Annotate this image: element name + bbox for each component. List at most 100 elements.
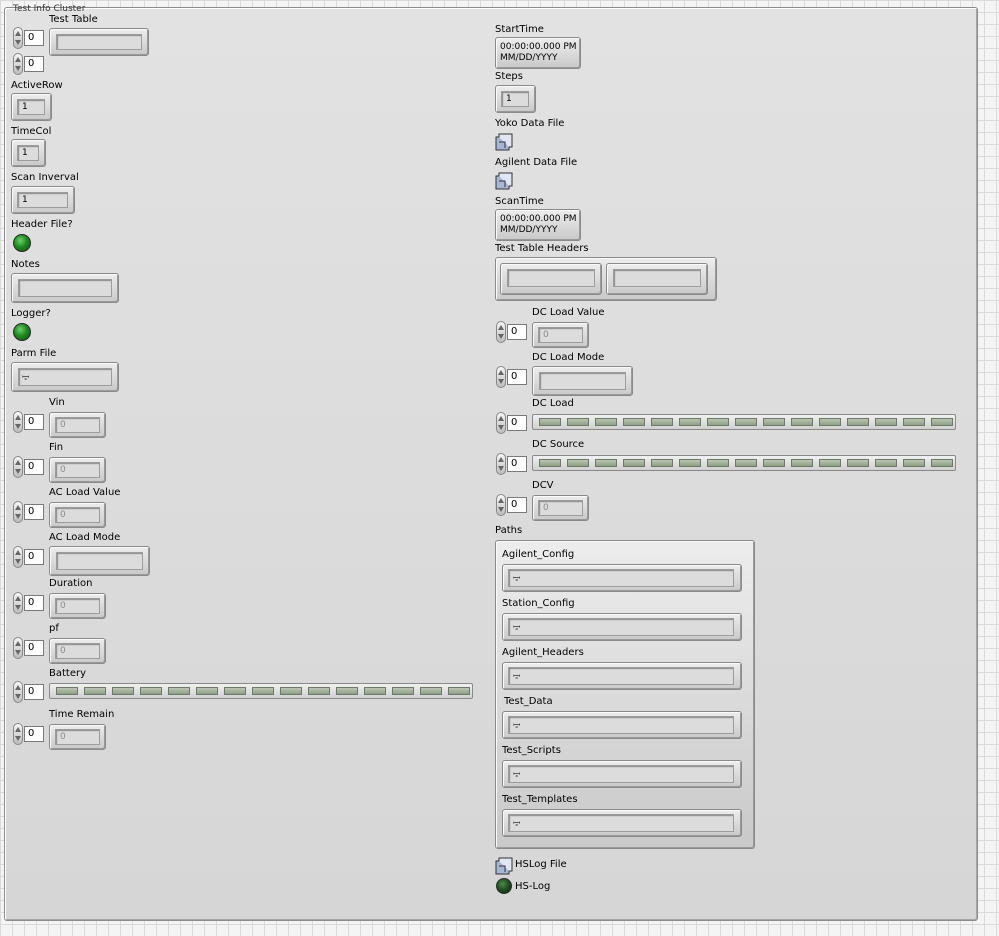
yoko-data-file-label: Yoko Data File (495, 118, 565, 129)
path-control[interactable]: ꟷ̥ (508, 667, 734, 685)
array-element[interactable] (875, 418, 897, 426)
fin-spinner[interactable] (13, 456, 23, 478)
array-element[interactable] (308, 687, 330, 695)
test-table-row-spinner[interactable] (13, 27, 23, 49)
pf-index[interactable]: 0 (24, 640, 44, 656)
path-control[interactable]: ꟷ̥ (508, 814, 734, 832)
pf-spinner[interactable] (13, 637, 23, 659)
array-element[interactable] (567, 459, 589, 467)
dc-load-index[interactable]: 0 (507, 415, 527, 431)
scan-interval-label: Scan Inverval (11, 172, 79, 183)
ac-load-mode-index[interactable]: 0 (24, 549, 44, 565)
array-element[interactable] (539, 418, 561, 426)
dcv-spinner[interactable] (496, 494, 506, 516)
duration-index[interactable]: 0 (24, 595, 44, 611)
array-element[interactable] (847, 459, 869, 467)
array-element[interactable] (931, 459, 953, 467)
array-element[interactable] (679, 459, 701, 467)
path-icon: ꟷ̥ (513, 623, 521, 633)
ac-load-mode-spinner[interactable] (13, 546, 23, 568)
logger-label: Logger? (11, 308, 51, 319)
fin-index[interactable]: 0 (24, 459, 44, 475)
header-cell-1[interactable] (507, 269, 595, 287)
array-element[interactable] (903, 418, 925, 426)
battery-spinner[interactable] (13, 681, 23, 703)
dc-load-mode-spinner[interactable] (496, 366, 506, 388)
array-element[interactable] (735, 459, 757, 467)
time-remain-spinner[interactable] (13, 723, 23, 745)
logger-led[interactable] (13, 323, 31, 341)
array-element[interactable] (224, 687, 246, 695)
array-element[interactable] (875, 459, 897, 467)
array-element[interactable] (791, 459, 813, 467)
path-control[interactable]: ꟷ̥ (508, 569, 734, 587)
time-col-frame: 1 (11, 139, 46, 167)
array-element[interactable] (679, 418, 701, 426)
test-table-col-spinner[interactable] (13, 53, 23, 75)
array-element[interactable] (567, 418, 589, 426)
array-element[interactable] (595, 418, 617, 426)
path-control[interactable]: ꟷ̥ (508, 716, 734, 734)
dc-source-index[interactable]: 0 (507, 456, 527, 472)
test-table-col-index[interactable]: 0 (24, 56, 44, 72)
array-element[interactable] (707, 459, 729, 467)
header-cell-2[interactable] (613, 269, 701, 287)
array-element[interactable] (56, 687, 78, 695)
array-element[interactable] (364, 687, 386, 695)
ac-load-value-index[interactable]: 0 (24, 504, 44, 520)
array-element[interactable] (819, 459, 841, 467)
array-element[interactable] (763, 418, 785, 426)
battery-index[interactable]: 0 (24, 684, 44, 700)
array-element[interactable] (651, 418, 673, 426)
time-remain-index[interactable]: 0 (24, 726, 44, 742)
hslog-file-icon[interactable] (495, 857, 513, 875)
array-element[interactable] (448, 687, 470, 695)
array-element[interactable] (651, 459, 673, 467)
dc-load-mode-index[interactable]: 0 (507, 369, 527, 385)
dc-load-spinner[interactable] (496, 412, 506, 434)
array-element[interactable] (623, 418, 645, 426)
array-element[interactable] (903, 459, 925, 467)
array-element[interactable] (140, 687, 162, 695)
array-element[interactable] (595, 459, 617, 467)
parm-file-path[interactable]: ꟷ̥ (18, 368, 112, 386)
array-element[interactable] (420, 687, 442, 695)
agilent-file-icon[interactable] (495, 172, 513, 190)
array-element[interactable] (539, 459, 561, 467)
array-element[interactable] (112, 687, 134, 695)
dc-source-spinner[interactable] (496, 453, 506, 475)
array-element[interactable] (791, 418, 813, 426)
hs-log-led[interactable] (496, 878, 512, 894)
array-element[interactable] (196, 687, 218, 695)
test-table-cell[interactable] (56, 34, 142, 50)
array-element[interactable] (84, 687, 106, 695)
notes-field[interactable] (18, 279, 112, 297)
array-element[interactable] (735, 418, 757, 426)
dc-load-value-spinner[interactable] (496, 321, 506, 343)
array-element[interactable] (252, 687, 274, 695)
array-element[interactable] (707, 418, 729, 426)
vin-index[interactable]: 0 (24, 414, 44, 430)
header-file-led[interactable] (13, 234, 31, 252)
array-element[interactable] (623, 459, 645, 467)
array-element[interactable] (280, 687, 302, 695)
dcv-index[interactable]: 0 (507, 497, 527, 513)
test-table-row-index[interactable]: 0 (24, 30, 44, 46)
array-element[interactable] (931, 418, 953, 426)
array-element[interactable] (847, 418, 869, 426)
ac-load-value-spinner[interactable] (13, 501, 23, 523)
scan-interval-frame: 1 (11, 186, 75, 214)
array-element[interactable] (763, 459, 785, 467)
dc-load-value-index[interactable]: 0 (507, 324, 527, 340)
yoko-file-icon[interactable] (495, 133, 513, 151)
array-element[interactable] (168, 687, 190, 695)
duration-spinner[interactable] (13, 592, 23, 614)
path-control[interactable]: ꟷ̥ (508, 765, 734, 783)
array-element[interactable] (336, 687, 358, 695)
array-element[interactable] (392, 687, 414, 695)
dc-load-mode-frame (532, 366, 633, 396)
path-control[interactable]: ꟷ̥ (508, 618, 734, 636)
array-element[interactable] (819, 418, 841, 426)
start-time-frame: 00:00:00.000 PM MM/DD/YYYY (495, 37, 581, 69)
vin-spinner[interactable] (13, 411, 23, 433)
